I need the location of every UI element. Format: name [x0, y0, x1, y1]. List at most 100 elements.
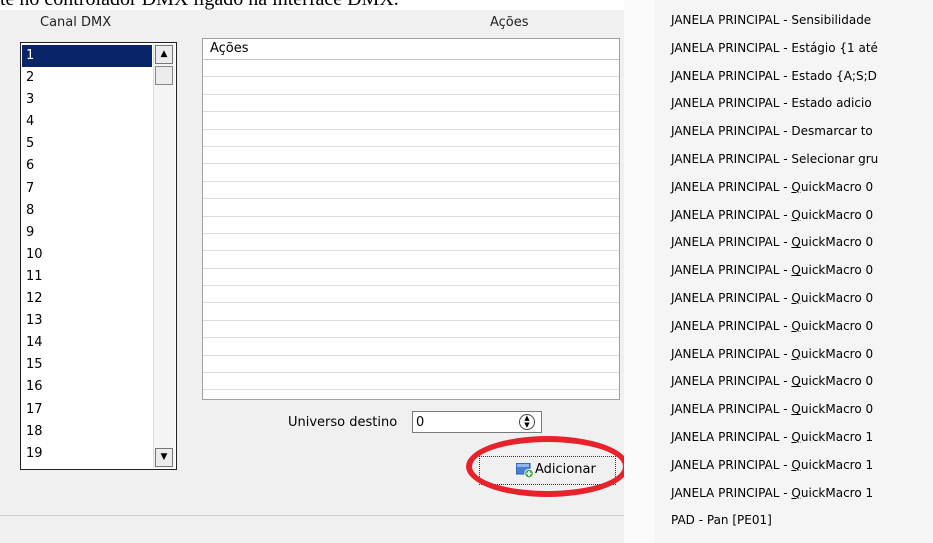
action-row[interactable] [203, 234, 619, 252]
command-item[interactable]: JANELA PRINCIPAL - QuickMacro 0 [671, 260, 873, 280]
add-item-icon [516, 463, 534, 478]
command-item-text: JANELA PRINCIPAL - [671, 402, 792, 417]
command-item-mnemonic: Q [791, 346, 801, 361]
channel-item[interactable]: 14 [22, 332, 152, 354]
action-row[interactable] [203, 77, 619, 95]
command-item-text: JANELA PRINCIPAL - [671, 207, 792, 222]
actions-rows [203, 60, 619, 391]
channel-item[interactable]: 17 [22, 399, 152, 421]
command-item[interactable]: JANELA PRINCIPAL - QuickMacro 0 [671, 177, 873, 197]
universo-destino-input[interactable] [416, 413, 506, 431]
canal-dmx-header: Canal DMX [40, 15, 112, 30]
command-item[interactable]: JANELA PRINCIPAL - QuickMacro 0 [671, 344, 873, 364]
dmx-dialog: Canal DMX Ações 1 2 3 4 5 6 7 8 9 10 11 12 13 14 15 16 1… [0, 10, 624, 543]
add-button[interactable]: Adicionar [479, 456, 616, 485]
action-row[interactable] [203, 356, 619, 374]
action-row[interactable] [203, 338, 619, 356]
channel-item[interactable]: 2 [22, 67, 152, 89]
channel-item[interactable]: 7 [22, 178, 152, 200]
command-item-text-rest: uickMacro 1 [800, 457, 874, 472]
action-row[interactable] [203, 95, 619, 113]
commands-list[interactable]: JANELA PRINCIPAL - Sensibilidade JANELA P… [655, 0, 933, 543]
command-item[interactable]: JANELA PRINCIPAL - QuickMacro 0 [671, 399, 873, 419]
command-item-text-rest: uickMacro 0 [800, 179, 874, 194]
channel-item[interactable]: 1 [22, 45, 152, 68]
action-row[interactable] [203, 217, 619, 234]
command-item-text: JANELA PRINCIPAL - [671, 457, 792, 472]
command-item-text: JANELA PRINCIPAL - [671, 291, 792, 305]
command-item-text-rest: uickMacro 0 [800, 235, 874, 250]
command-item-text: JANELA PRINCIPAL - Sensibilidade [671, 13, 872, 27]
command-item[interactable]: JANELA PRINCIPAL - Estado {A;S;D [671, 66, 877, 86]
command-item[interactable]: JANELA PRINCIPAL - QuickMacro 1 [671, 427, 873, 447]
actions-column-header[interactable]: Ações [203, 39, 619, 60]
channel-item[interactable]: 8 [22, 200, 152, 222]
command-item-mnemonic: Q [791, 179, 801, 194]
channel-item[interactable]: 18 [22, 421, 152, 443]
channel-item[interactable]: 16 [22, 376, 152, 398]
command-item-mnemonic: Q [791, 485, 801, 500]
channel-item[interactable]: 9 [22, 222, 152, 244]
action-row[interactable] [203, 303, 619, 321]
command-item[interactable]: JANELA PRINCIPAL - QuickMacro 1 [671, 455, 873, 475]
action-row[interactable] [203, 199, 619, 217]
command-item[interactable]: PAD - Pan [PE01] [671, 510, 772, 530]
action-row[interactable] [203, 269, 619, 287]
channel-item[interactable]: 12 [22, 288, 152, 310]
arrow-down-icon[interactable]: ▼ [155, 448, 173, 467]
action-row[interactable] [203, 112, 619, 130]
command-item-text: JANELA PRINCIPAL - [671, 346, 792, 361]
scroll-thumb[interactable] [155, 66, 173, 85]
action-row[interactable] [203, 182, 619, 200]
command-item-text: JANELA PRINCIPAL - Desmarcar to [671, 124, 873, 139]
command-item-text-rest: uickMacro 0 [800, 318, 874, 333]
channel-item[interactable]: 5 [22, 133, 152, 155]
actions-list[interactable]: Ações [202, 38, 620, 400]
acoes-header: Ações [490, 15, 529, 30]
arrow-up-icon[interactable]: ▲ [155, 45, 173, 64]
command-item[interactable]: JANELA PRINCIPAL - QuickMacro 0 [671, 232, 873, 252]
channel-item[interactable]: 15 [22, 354, 152, 376]
action-row[interactable] [203, 164, 619, 182]
channel-item[interactable]: 20 [22, 465, 152, 469]
command-item-mnemonic: Q [791, 457, 801, 472]
channel-item[interactable]: 13 [22, 310, 152, 332]
channel-item[interactable]: 11 [22, 266, 152, 288]
channel-list[interactable]: 123456789101112131415161718192021 ▲ ▼ [20, 42, 177, 470]
channel-list-scrollbar[interactable]: ▲ ▼ [153, 44, 175, 468]
command-item-mnemonic: Q [791, 402, 801, 417]
command-item[interactable]: JANELA PRINCIPAL - Estágio {1 até [671, 38, 878, 58]
command-item-text-rest: uickMacro 0 [800, 263, 874, 278]
command-item[interactable]: JANELA PRINCIPAL - Selecionar gru [671, 149, 878, 169]
channel-item[interactable]: 6 [22, 155, 152, 177]
channel-item[interactable]: 19 [22, 443, 152, 465]
action-row[interactable] [203, 373, 619, 391]
action-row[interactable] [203, 251, 619, 269]
command-item-text: JANELA PRINCIPAL - [671, 263, 792, 278]
command-item-text: JANELA PRINCIPAL - [671, 430, 792, 444]
universo-destino-spinner[interactable]: ▲▼ [412, 411, 542, 433]
action-row[interactable] [203, 286, 619, 304]
command-item[interactable]: JANELA PRINCIPAL - QuickMacro 0 [671, 316, 873, 336]
command-item[interactable]: JANELA PRINCIPAL - Estado adicio [671, 93, 872, 113]
command-item[interactable]: JANELA PRINCIPAL - Sensibilidade [671, 10, 871, 30]
channel-item[interactable]: 3 [22, 89, 152, 111]
command-item[interactable]: JANELA PRINCIPAL - Desmarcar to [671, 121, 873, 141]
command-item-mnemonic: Q [791, 374, 801, 389]
command-item-text-rest: uickMacro 1 [800, 485, 874, 500]
command-item[interactable]: JANELA PRINCIPAL - QuickMacro 0 [671, 371, 873, 391]
action-row[interactable] [203, 60, 619, 78]
command-item-text: JANELA PRINCIPAL - [671, 318, 792, 333]
command-item[interactable]: JANELA PRINCIPAL - QuickMacro 0 [671, 288, 873, 308]
action-row[interactable] [203, 321, 619, 339]
command-item-text-rest: uickMacro 0 [800, 346, 874, 361]
action-row[interactable] [203, 147, 619, 165]
channel-item[interactable]: 10 [22, 244, 152, 266]
command-item-text: JANELA PRINCIPAL - [671, 374, 792, 389]
command-item[interactable]: JANELA PRINCIPAL - QuickMacro 0 [671, 205, 873, 225]
spin-updown-icon[interactable]: ▲ ▼ [519, 414, 535, 430]
command-item-text-rest: uickMacro 0 [800, 291, 874, 305]
command-item[interactable]: JANELA PRINCIPAL - QuickMacro 1 [671, 483, 873, 503]
action-row[interactable] [203, 130, 619, 147]
channel-item[interactable]: 4 [22, 111, 152, 133]
